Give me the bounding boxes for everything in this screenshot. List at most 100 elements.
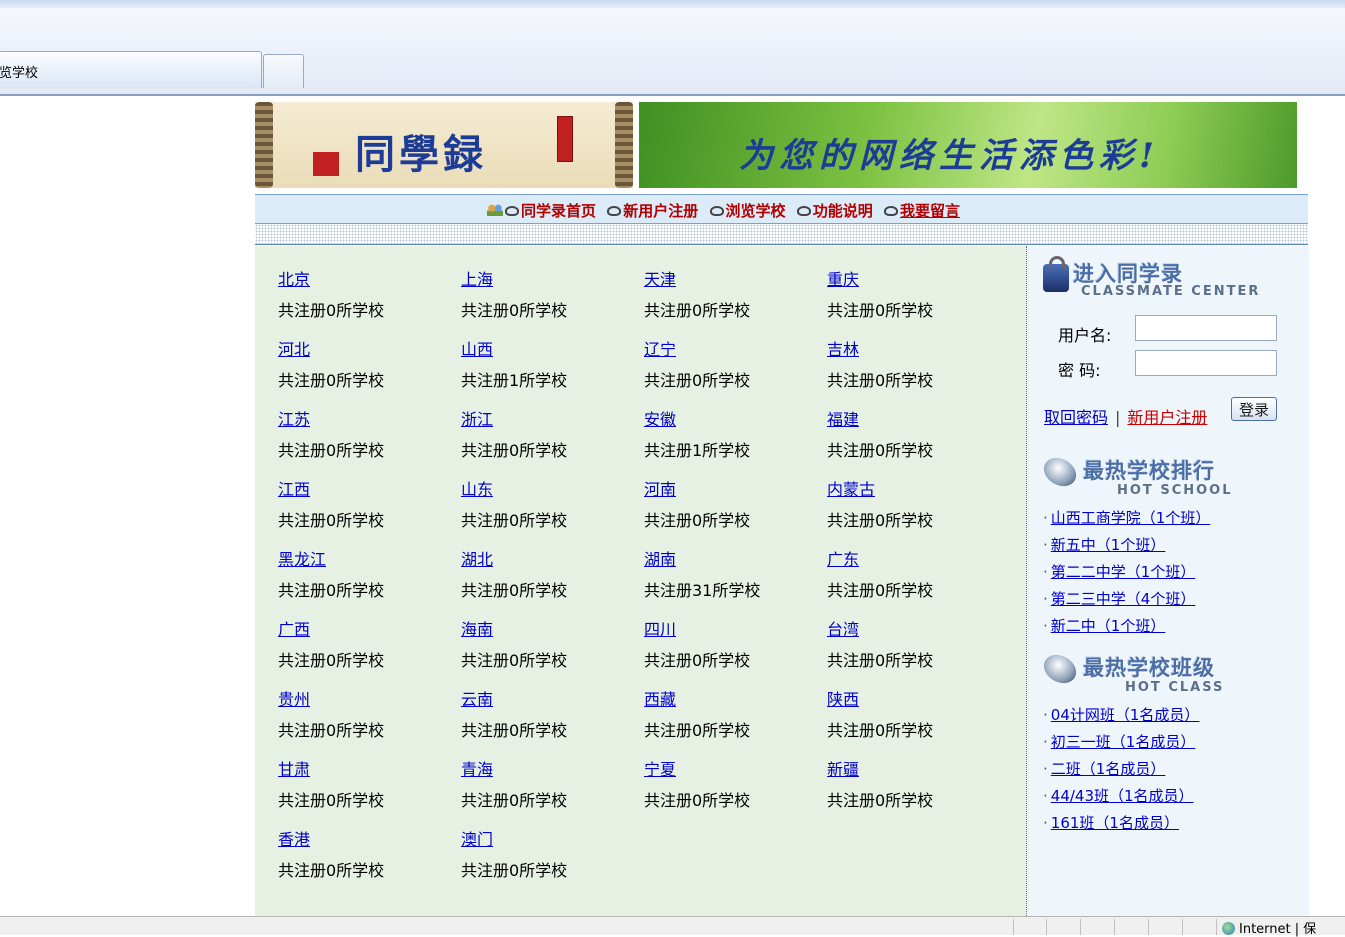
province-link[interactable]: 山东: [461, 480, 644, 500]
school-count: 共注册0所学校: [827, 441, 934, 460]
list-item: · 新五中（1个班）: [1043, 536, 1166, 554]
province-grid: 北京 共注册0所学校 上海 共注册0所学校 天津 共注册0所学校 重庆 共注册0所学校 河北 共注…: [278, 270, 1010, 900]
province-cell: 青海 共注册0所学校: [461, 760, 644, 830]
banner-image: 为您的网络生活添色彩!: [639, 102, 1297, 188]
new-tab-button[interactable]: [263, 54, 304, 88]
bullet-icon: [505, 206, 519, 216]
province-link[interactable]: 北京: [278, 270, 461, 290]
hot-school-subtitle: HOT SCHOOL: [1117, 483, 1233, 498]
province-link[interactable]: 吉林: [827, 340, 1010, 360]
province-link[interactable]: 新疆: [827, 760, 1010, 780]
province-link[interactable]: 西藏: [644, 690, 827, 710]
username-label: 用户名:: [1058, 326, 1112, 345]
logo-text: 同學録: [355, 131, 487, 178]
hot-school-link[interactable]: 第二二中学（1个班）: [1051, 563, 1196, 581]
province-link[interactable]: 广西: [278, 620, 461, 640]
list-item: · 初三一班（1名成员）: [1043, 733, 1196, 751]
province-cell: 黑龙江 共注册0所学校: [278, 550, 461, 620]
forgot-password-link[interactable]: 取回密码: [1044, 408, 1108, 427]
school-count: 共注册0所学校: [278, 301, 385, 320]
school-count: 共注册0所学校: [278, 511, 385, 530]
school-count: 共注册1所学校: [461, 371, 568, 390]
bullet-icon: [884, 206, 898, 216]
school-count: 共注册0所学校: [827, 581, 934, 600]
password-input[interactable]: [1135, 350, 1277, 376]
nav-home[interactable]: 同学录首页: [521, 202, 596, 220]
hot-class-link[interactable]: 04计网班（1名成员）: [1051, 706, 1200, 724]
hot-school-link[interactable]: 新五中（1个班）: [1051, 536, 1166, 554]
province-link[interactable]: 湖北: [461, 550, 644, 570]
province-link[interactable]: 陕西: [827, 690, 1010, 710]
province-link[interactable]: 广东: [827, 550, 1010, 570]
province-link[interactable]: 江西: [278, 480, 461, 500]
school-count: 共注册0所学校: [278, 651, 385, 670]
province-cell: 山西共注册1所学校: [461, 340, 644, 410]
list-item: · 新二中（1个班）: [1043, 617, 1166, 635]
school-count: 共注册0所学校: [461, 301, 568, 320]
seal-stamp: [313, 152, 339, 176]
nav-guestbook[interactable]: 我要留言: [900, 202, 960, 220]
province-cell: 重庆 共注册0所学校: [827, 270, 1010, 340]
province-cell: 天津 共注册0所学校: [644, 270, 827, 340]
nav-help[interactable]: 功能说明: [813, 202, 873, 220]
province-link[interactable]: 四川: [644, 620, 827, 640]
site-logo[interactable]: 同學録: [255, 102, 633, 188]
province-link[interactable]: 浙江: [461, 410, 644, 430]
province-link[interactable]: 江苏: [278, 410, 461, 430]
link-separator: |: [1115, 408, 1121, 427]
province-link[interactable]: 澳门: [461, 830, 644, 850]
province-link[interactable]: 山西: [461, 340, 644, 360]
scroll-rod-right: [615, 102, 633, 188]
browser-tab[interactable]: 览学校: [0, 51, 262, 88]
mouse-icon: [1038, 452, 1082, 492]
province-link[interactable]: 湖南: [644, 550, 827, 570]
hot-class-link[interactable]: 161班（1名成员）: [1051, 814, 1179, 832]
hot-school-link[interactable]: 新二中（1个班）: [1051, 617, 1166, 635]
province-cell: 宁夏 共注册0所学校: [644, 760, 827, 830]
province-cell: 台湾 共注册0所学校: [827, 620, 1010, 690]
province-cell: 海南 共注册0所学校: [461, 620, 644, 690]
hot-class-link[interactable]: 二班（1名成员）: [1051, 760, 1166, 778]
hot-class-link[interactable]: 44/43班（1名成员）: [1051, 787, 1194, 805]
province-link[interactable]: 重庆: [827, 270, 1010, 290]
province-link[interactable]: 河北: [278, 340, 461, 360]
province-link[interactable]: 香港: [278, 830, 461, 850]
province-cell: 内蒙古 共注册0所学校: [827, 480, 1010, 550]
province-link[interactable]: 黑龙江: [278, 550, 461, 570]
school-count: 共注册0所学校: [827, 791, 934, 810]
province-cell: 上海共注册0所学校: [461, 270, 644, 340]
hot-class-link[interactable]: 初三一班（1名成员）: [1051, 733, 1196, 751]
hot-school-link[interactable]: 第二三中学（4个班）: [1051, 590, 1196, 608]
login-button[interactable]: 登录: [1231, 397, 1277, 421]
school-count: 共注册0所学校: [461, 581, 568, 600]
province-link[interactable]: 安徽: [644, 410, 827, 430]
province-cell: 浙江 共注册0所学校: [461, 410, 644, 480]
nav-browse-schools[interactable]: 浏览学校: [726, 202, 786, 220]
province-link[interactable]: 青海: [461, 760, 644, 780]
province-link[interactable]: 海南: [461, 620, 644, 640]
province-link[interactable]: 内蒙古: [827, 480, 1010, 500]
register-link[interactable]: 新用户注册: [1127, 408, 1207, 427]
password-label: 密 码:: [1058, 361, 1101, 380]
province-link[interactable]: 台湾: [827, 620, 1010, 640]
province-panel: 北京 共注册0所学校 上海 共注册0所学校 天津 共注册0所学校 重庆 共注册0所学校 河北 共注…: [255, 246, 1026, 916]
province-cell: 贵州 共注册0所学校: [278, 690, 461, 760]
province-link[interactable]: 福建: [827, 410, 1010, 430]
province-cell: 安徽 共注册1所学校: [644, 410, 827, 480]
province-link[interactable]: 上海: [461, 270, 644, 290]
province-link[interactable]: 贵州: [278, 690, 461, 710]
hot-school-link[interactable]: 山西工商学院（1个班）: [1051, 509, 1211, 527]
province-link[interactable]: 云南: [461, 690, 644, 710]
province-link[interactable]: 天津: [644, 270, 827, 290]
nav-register[interactable]: 新用户注册: [623, 202, 698, 220]
username-input[interactable]: [1135, 315, 1277, 341]
list-item: · 山西工商学院（1个班）: [1043, 509, 1211, 527]
province-link[interactable]: 甘肃: [278, 760, 461, 780]
province-link[interactable]: 辽宁: [644, 340, 827, 360]
seal-stamp: [557, 116, 573, 162]
province-link[interactable]: 宁夏: [644, 760, 827, 780]
province-link[interactable]: 河南: [644, 480, 827, 500]
province-cell: 西藏 共注册0所学校: [644, 690, 827, 760]
hot-school-list: · 山西工商学院（1个班） · 新五中（1个班） · 第二二中学（1个班） · 第二三中…: [1043, 505, 1210, 640]
hot-school-title: 最热学校排行: [1083, 459, 1215, 483]
